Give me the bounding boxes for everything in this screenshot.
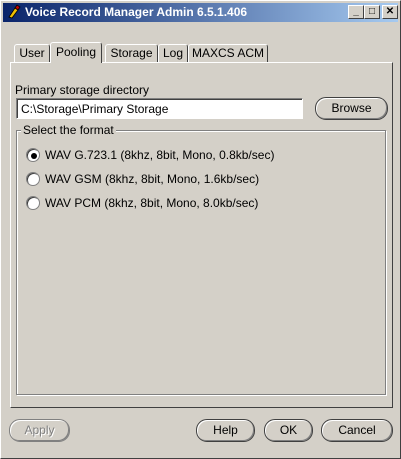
tab-user[interactable]: User bbox=[14, 44, 50, 62]
close-button[interactable]: ✕ bbox=[382, 5, 398, 19]
title-bar[interactable]: Voice Record Manager Admin 6.5.1.406 _ □… bbox=[3, 3, 398, 22]
directory-label: Primary storage directory bbox=[15, 83, 150, 97]
directory-input[interactable]: C:\Storage\Primary Storage bbox=[16, 98, 303, 119]
tab-maxcs-acm[interactable]: MAXCS ACM bbox=[188, 44, 268, 62]
tab-storage[interactable]: Storage bbox=[105, 44, 158, 62]
radio-button[interactable] bbox=[26, 172, 40, 186]
ok-button[interactable]: OK bbox=[264, 419, 313, 442]
tab-log[interactable]: Log bbox=[158, 44, 188, 62]
format-option-label: WAV PCM (8khz, 8bit, Mono, 8.0kb/sec) bbox=[45, 196, 259, 210]
radio-button[interactable] bbox=[26, 148, 40, 162]
window-title: Voice Record Manager Admin 6.5.1.406 bbox=[25, 5, 248, 19]
dialog-window: Voice Record Manager Admin 6.5.1.406 _ □… bbox=[0, 0, 401, 459]
tab-pooling[interactable]: Pooling bbox=[50, 42, 102, 63]
radio-button[interactable] bbox=[26, 196, 40, 210]
cancel-button[interactable]: Cancel bbox=[321, 419, 393, 442]
app-icon bbox=[8, 4, 21, 19]
apply-button[interactable]: Apply bbox=[9, 419, 70, 442]
help-button[interactable]: Help bbox=[196, 419, 255, 442]
minimize-button[interactable]: _ bbox=[348, 5, 364, 19]
maximize-button[interactable]: □ bbox=[364, 5, 380, 19]
format-option-label: WAV G.723.1 (8khz, 8bit, Mono, 0.8kb/sec… bbox=[45, 148, 275, 162]
browse-button[interactable]: Browse bbox=[315, 97, 388, 120]
format-group bbox=[16, 130, 386, 395]
format-group-label: Select the format bbox=[21, 123, 116, 137]
radio-selected-dot bbox=[31, 153, 37, 159]
format-option-label: WAV GSM (8khz, 8bit, Mono, 1.6kb/sec) bbox=[45, 172, 260, 186]
